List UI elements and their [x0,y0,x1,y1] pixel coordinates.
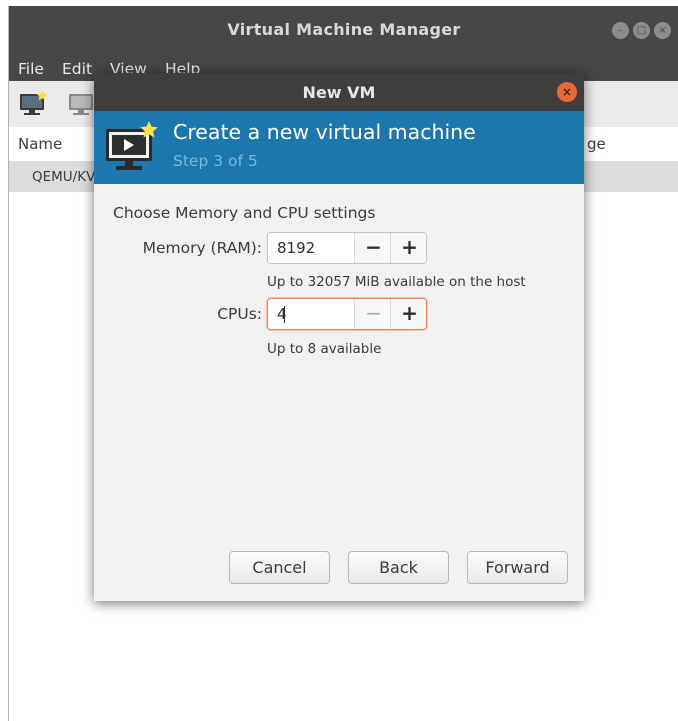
cpus-input[interactable] [268,299,354,329]
section-title: Choose Memory and CPU settings [113,204,376,222]
cpus-label: CPUs: [217,305,262,323]
main-window-title: Virtual Machine Manager [227,20,461,39]
wizard-heading: Create a new virtual machine [173,120,476,144]
close-icon[interactable]: × [654,22,671,39]
new-vm-dialog: New VM × Create a new virtual machine St… [94,73,584,601]
main-titlebar[interactable]: Virtual Machine Manager – □ × [9,6,678,53]
cpus-hint: Up to 8 available [267,341,382,357]
monitor-play-star-icon [106,121,158,170]
column-usage[interactable]: ge [587,135,606,153]
cpus-spinbutton: − + [267,298,427,330]
menu-edit[interactable]: Edit [62,60,92,78]
memory-increment-button[interactable]: + [390,233,426,263]
cpus-decrement-button[interactable]: − [354,299,392,329]
wizard-step: Step 3 of 5 [173,152,258,170]
text-caret [284,306,285,323]
menu-file[interactable]: File [18,60,44,78]
wizard-header: Create a new virtual machine Step 3 of 5 [94,111,584,184]
memory-spinbutton: − + [267,232,427,264]
monitor-star-icon [20,90,48,115]
close-icon[interactable]: × [557,82,577,102]
memory-input[interactable] [268,233,354,263]
dialog-titlebar[interactable]: New VM × [94,73,584,111]
minimize-icon[interactable]: – [612,22,629,39]
back-button[interactable]: Back [348,551,449,584]
maximize-icon[interactable]: □ [633,22,650,39]
connection-label: QEMU/KV [32,169,96,185]
cpus-increment-button[interactable]: + [390,299,426,329]
dialog-title: New VM [302,83,376,102]
forward-button[interactable]: Forward [467,551,568,584]
cancel-button[interactable]: Cancel [229,551,330,584]
memory-decrement-button[interactable]: − [354,233,392,263]
new-vm-button[interactable] [18,90,48,118]
monitor-icon [69,94,93,115]
open-vm-button[interactable] [67,90,97,118]
column-name[interactable]: Name [18,135,62,153]
memory-hint: Up to 32057 MiB available on the host [267,274,526,290]
memory-label: Memory (RAM): [142,239,262,257]
